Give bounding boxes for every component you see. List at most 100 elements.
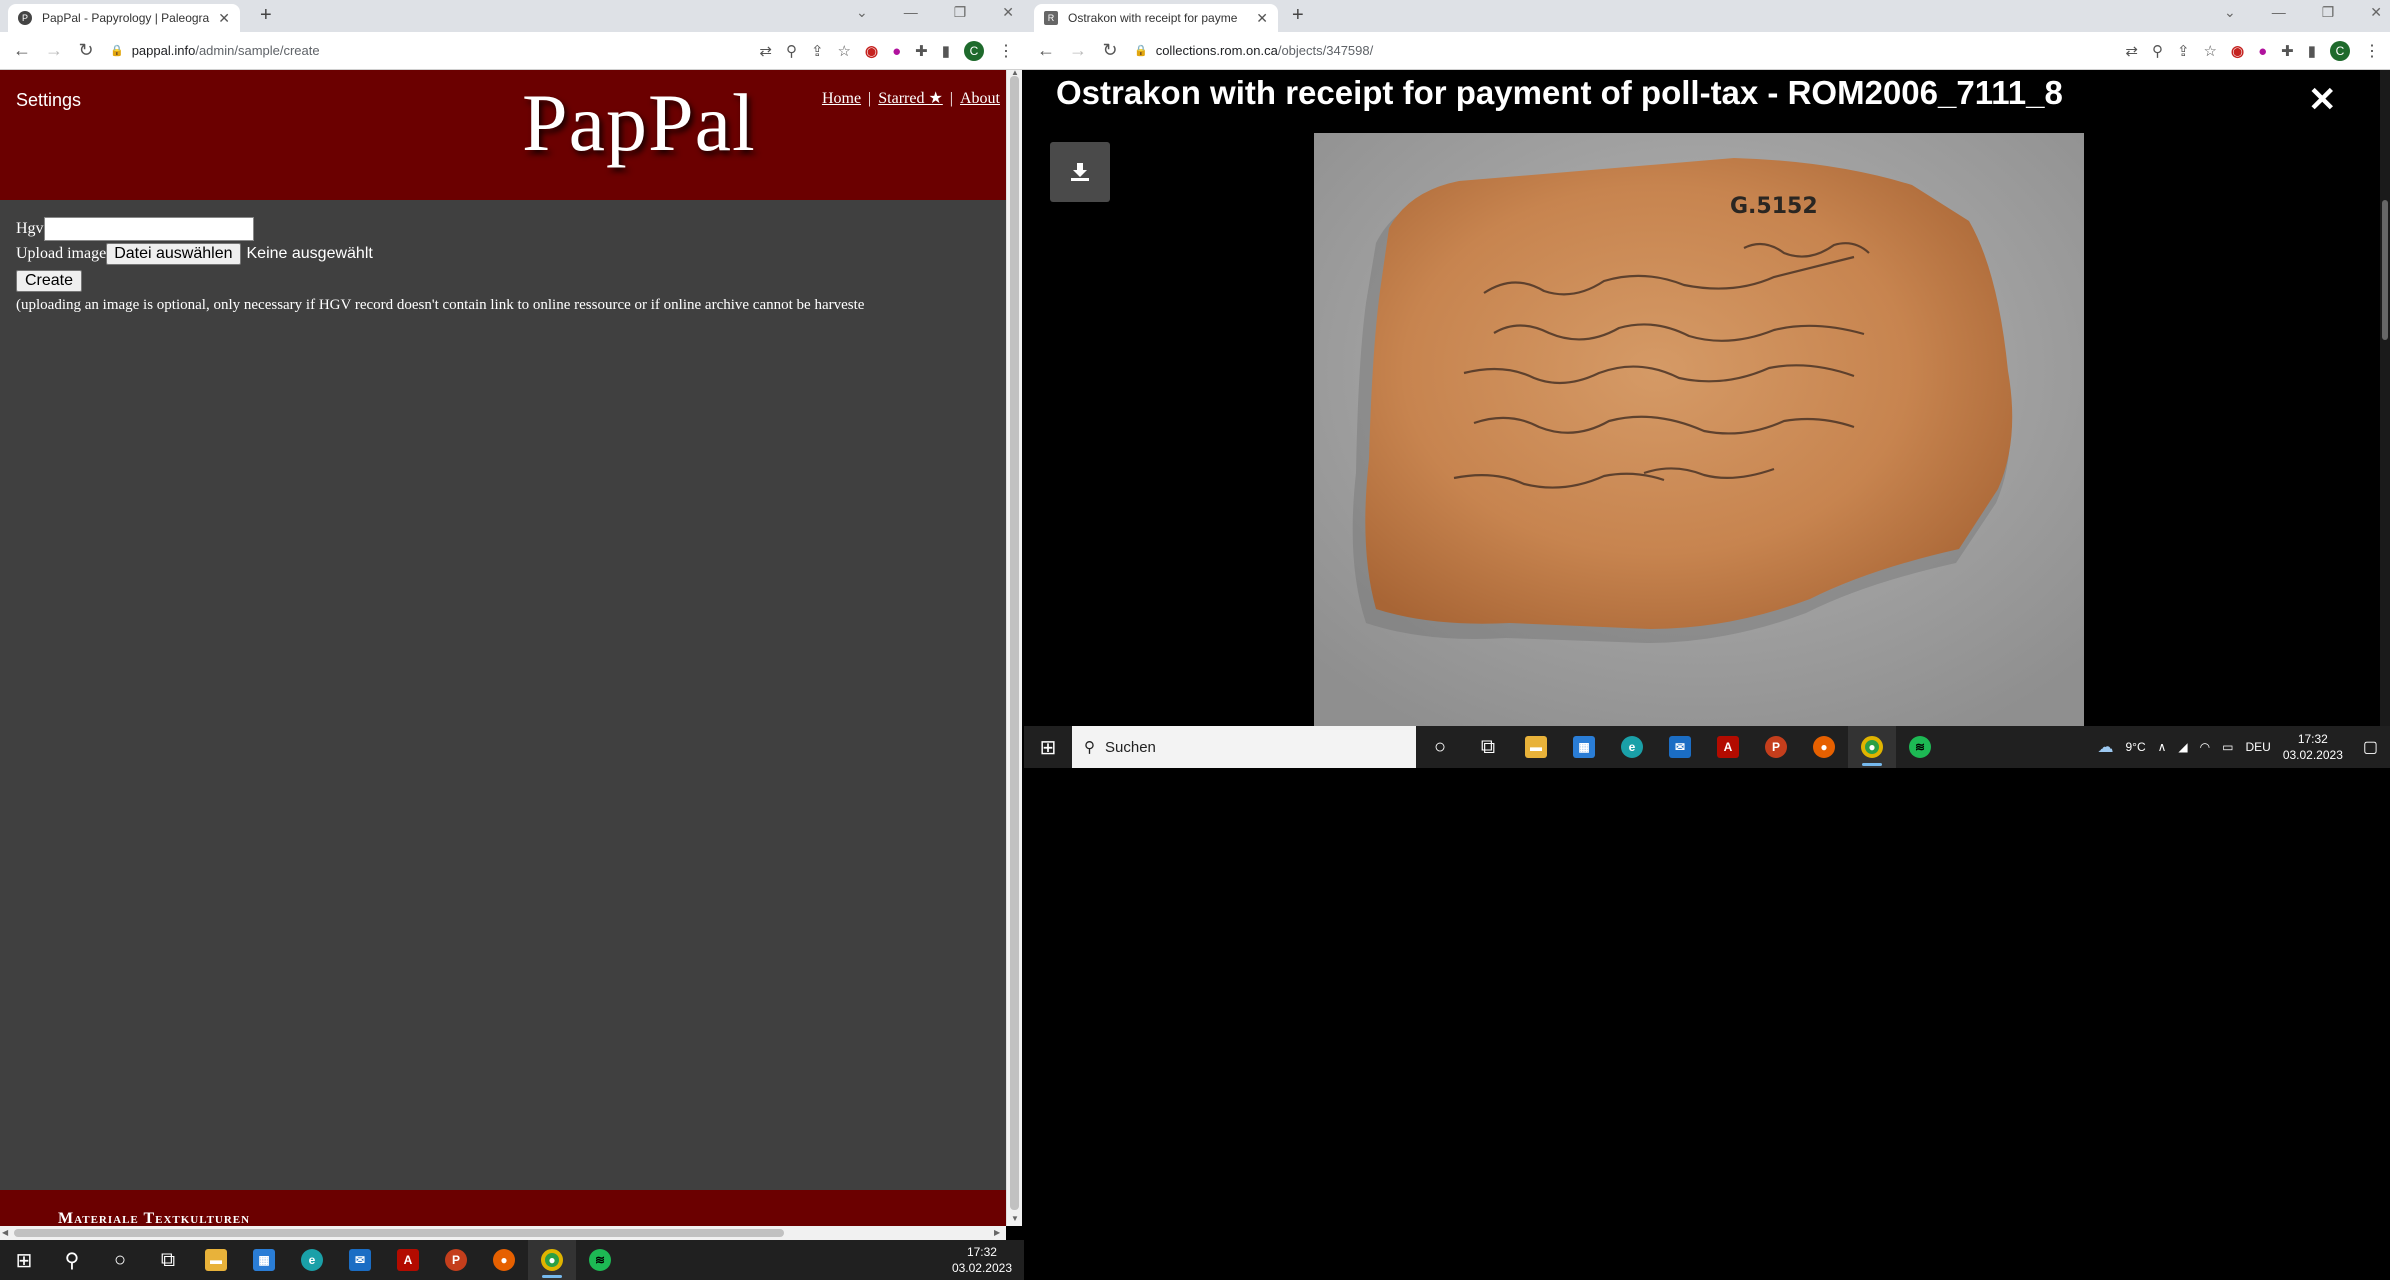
extension-red-icon[interactable]: ◉ (865, 42, 878, 60)
left-horizontal-scrollbar[interactable]: ◀ ▶ (0, 1226, 1006, 1240)
task-view-icon[interactable]: ⧉ (1464, 726, 1512, 768)
reload-icon[interactable]: ↻ (70, 40, 102, 61)
translate-icon[interactable]: ⇄ (759, 42, 772, 60)
left-hscroll-thumb[interactable] (14, 1229, 784, 1237)
acrobat-icon[interactable]: A (1704, 726, 1752, 768)
bookmark-star-icon[interactable]: ☆ (2204, 42, 2217, 60)
chrome-icon[interactable]: ● (528, 1240, 576, 1280)
notifications-icon[interactable]: ▢ (2363, 737, 2378, 757)
translate-icon[interactable]: ⇄ (2125, 42, 2138, 60)
spotify-icon[interactable]: ≋ (1896, 726, 1944, 768)
edge-icon[interactable]: e (288, 1240, 336, 1280)
extension-magenta-icon[interactable]: ● (892, 43, 901, 60)
zoom-icon[interactable]: ⚲ (786, 42, 797, 60)
profile-avatar[interactable]: C (2330, 41, 2350, 61)
extensions-puzzle-icon[interactable]: ✚ (915, 42, 928, 60)
cortana-icon[interactable]: ○ (1416, 726, 1464, 768)
address-bar[interactable]: pappal.info/admin/sample/create (132, 43, 320, 58)
battery-icon[interactable]: ▭ (2222, 740, 2233, 754)
address-bar[interactable]: collections.rom.on.ca/objects/347598/ (1156, 43, 1374, 58)
tab-rom[interactable]: R Ostrakon with receipt for payme ✕ (1034, 4, 1278, 32)
close-window-icon[interactable]: ✕ (1002, 4, 1014, 21)
lock-icon[interactable]: 🔒 (110, 44, 124, 57)
scroll-up-icon[interactable]: ▲ (1011, 68, 1019, 77)
scroll-right-icon[interactable]: ▶ (994, 1228, 1000, 1237)
file-explorer-icon[interactable]: ▬ (192, 1240, 240, 1280)
taskbar-search-icon[interactable]: ⚲ (48, 1240, 96, 1280)
wifi-icon[interactable]: ◠ (2200, 740, 2210, 754)
windows-start-icon[interactable]: ⊞ (0, 1240, 48, 1280)
nav-starred[interactable]: Starred ★ (878, 90, 943, 107)
powerpoint-icon[interactable]: P (432, 1240, 480, 1280)
task-view-icon[interactable]: ⧉ (144, 1240, 192, 1280)
forward-icon[interactable]: → (1062, 40, 1094, 61)
right-clock[interactable]: 17:32 03.02.2023 (2283, 731, 2343, 763)
spotify-icon[interactable]: ≋ (576, 1240, 624, 1280)
extensions-puzzle-icon[interactable]: ✚ (2281, 42, 2294, 60)
nav-about[interactable]: About (960, 90, 1000, 107)
edge-icon[interactable]: e (1608, 726, 1656, 768)
choose-file-button[interactable]: Datei auswählen (106, 243, 241, 265)
store-icon[interactable]: ▦ (1560, 726, 1608, 768)
scroll-left-icon[interactable]: ◀ (2, 1228, 8, 1237)
chrome-icon[interactable]: ● (1848, 726, 1896, 768)
file-explorer-icon[interactable]: ▬ (1512, 726, 1560, 768)
forward-icon[interactable]: → (38, 40, 70, 61)
right-vertical-scrollbar[interactable] (2380, 70, 2390, 726)
left-vertical-scrollbar[interactable]: ▲ ▼ (1006, 68, 1022, 1226)
language-indicator[interactable]: DEU (2245, 740, 2270, 754)
taskbar-search-box[interactable]: ⚲ Suchen (1072, 726, 1416, 768)
network-icon[interactable]: ◢ (2178, 740, 2187, 754)
close-window-icon[interactable]: ✕ (2370, 4, 2382, 21)
tab-close-icon[interactable]: ✕ (218, 10, 230, 27)
lock-icon[interactable]: 🔒 (1134, 44, 1148, 57)
tab-search-icon[interactable]: ⌄ (2224, 4, 2236, 21)
weather-temp[interactable]: 9°C (2125, 740, 2145, 754)
new-tab-icon[interactable]: + (260, 4, 272, 27)
zoom-icon[interactable]: ⚲ (2152, 42, 2163, 60)
left-clock[interactable]: 17:32 03.02.2023 (952, 1244, 1012, 1276)
back-icon[interactable]: ← (1030, 40, 1062, 61)
menu-dots-icon[interactable]: ⋮ (2364, 41, 2380, 61)
left-vscroll-thumb[interactable] (1010, 76, 1019, 1210)
new-tab-icon[interactable]: + (1292, 4, 1304, 27)
extension-red-icon[interactable]: ◉ (2231, 42, 2244, 60)
tab-pappal[interactable]: P PapPal - Papyrology | Paleograph ✕ (8, 4, 240, 32)
menu-dots-icon[interactable]: ⋮ (998, 41, 1014, 61)
tab-close-icon[interactable]: ✕ (1256, 10, 1268, 27)
settings-link[interactable]: Settings (16, 90, 81, 111)
sidepanel-icon[interactable]: ▮ (942, 42, 950, 60)
share-icon[interactable]: ⇪ (811, 42, 824, 60)
download-button[interactable] (1050, 142, 1110, 202)
back-icon[interactable]: ← (6, 40, 38, 61)
close-lightbox-icon[interactable]: ✕ (2308, 80, 2337, 120)
tab-search-icon[interactable]: ⌄ (856, 4, 868, 21)
profile-avatar[interactable]: C (964, 41, 984, 61)
windows-start-icon[interactable]: ⊞ (1024, 726, 1072, 768)
create-button[interactable]: Create (16, 270, 83, 292)
reload-icon[interactable]: ↻ (1094, 40, 1126, 61)
sidepanel-icon[interactable]: ▮ (2308, 42, 2316, 60)
weather-cloud-icon[interactable]: ☁ (2097, 737, 2113, 757)
firefox-icon[interactable]: ● (1800, 726, 1848, 768)
hgv-input[interactable] (43, 217, 254, 241)
minimize-icon[interactable]: — (904, 4, 918, 21)
mail-icon[interactable]: ✉ (1656, 726, 1704, 768)
scroll-down-icon[interactable]: ▼ (1011, 1214, 1019, 1223)
powerpoint-icon[interactable]: P (1752, 726, 1800, 768)
nav-home[interactable]: Home (822, 90, 861, 107)
minimize-icon[interactable]: — (2272, 4, 2286, 21)
store-icon[interactable]: ▦ (240, 1240, 288, 1280)
mail-icon[interactable]: ✉ (336, 1240, 384, 1280)
tray-overflow-icon[interactable]: ∧ (2158, 740, 2167, 754)
acrobat-icon[interactable]: A (384, 1240, 432, 1280)
restore-icon[interactable]: ❐ (954, 4, 967, 21)
restore-icon[interactable]: ❐ (2322, 4, 2335, 21)
firefox-icon[interactable]: ● (480, 1240, 528, 1280)
right-vscroll-thumb[interactable] (2382, 200, 2388, 340)
ostrakon-photo[interactable]: G.5152 (1314, 133, 2084, 726)
share-icon[interactable]: ⇪ (2177, 42, 2190, 60)
cortana-icon[interactable]: ○ (96, 1240, 144, 1280)
extension-magenta-icon[interactable]: ● (2258, 43, 2267, 60)
bookmark-star-icon[interactable]: ☆ (838, 42, 851, 60)
